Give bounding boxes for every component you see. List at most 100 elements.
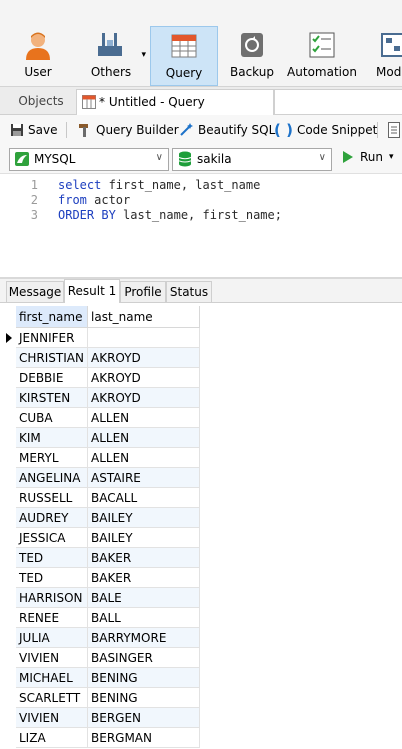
cell-last-name[interactable]: ALLEN xyxy=(88,428,200,448)
row-header[interactable] xyxy=(0,648,16,668)
ribbon-automation-button[interactable]: Automation xyxy=(286,26,358,84)
row-header[interactable] xyxy=(0,508,16,528)
table-row[interactable]: ANGELINA ASTAIRE xyxy=(0,468,200,488)
table-row[interactable]: JULIA BARRYMORE xyxy=(0,628,200,648)
cell-first-name[interactable]: CHRISTIAN xyxy=(16,348,88,368)
cell-last-name[interactable]: BERGEN xyxy=(88,708,200,728)
table-row[interactable]: VIVIEN BERGEN xyxy=(0,708,200,728)
row-header[interactable] xyxy=(0,488,16,508)
cell-last-name[interactable]: BALE xyxy=(88,588,200,608)
cell-first-name[interactable]: TED xyxy=(16,568,88,588)
row-header[interactable] xyxy=(0,328,16,348)
table-row[interactable]: LIZA BERGMAN xyxy=(0,728,200,748)
cell-first-name[interactable]: KIRSTEN xyxy=(16,388,88,408)
cell-first-name[interactable]: DEBBIE xyxy=(16,368,88,388)
cell-last-name[interactable]: BAKER xyxy=(88,548,200,568)
column-header-last-name[interactable]: last_name xyxy=(88,306,200,328)
cell-first-name[interactable]: HARRISON xyxy=(16,588,88,608)
row-header[interactable] xyxy=(0,628,16,648)
table-row[interactable]: HARRISON BALE xyxy=(0,588,200,608)
row-header[interactable] xyxy=(0,608,16,628)
query-builder-button[interactable]: Query Builder xyxy=(78,121,179,139)
table-row[interactable]: VIVIEN BASINGER xyxy=(0,648,200,668)
cell-last-name[interactable]: BAKER xyxy=(88,568,200,588)
cell-first-name[interactable]: RENEE xyxy=(16,608,88,628)
cell-last-name[interactable]: ASTAIRE xyxy=(88,468,200,488)
column-header-first-name[interactable]: first_name xyxy=(16,306,88,328)
cell-first-name[interactable]: LIZA xyxy=(16,728,88,748)
tab-untitled-query[interactable]: * Untitled - Query xyxy=(76,89,274,115)
cell-first-name[interactable]: ANGELINA xyxy=(16,468,88,488)
tab-profile[interactable]: Profile xyxy=(120,281,166,302)
cell-last-name[interactable]: BENING xyxy=(88,668,200,688)
cell-first-name[interactable]: KIM xyxy=(16,428,88,448)
cell-last-name[interactable]: BAILEY xyxy=(88,528,200,548)
save-button[interactable]: Save xyxy=(10,121,57,139)
table-row[interactable]: CUBA ALLEN xyxy=(0,408,200,428)
row-header[interactable] xyxy=(0,388,16,408)
cell-last-name[interactable]: AKROYD xyxy=(88,368,200,388)
run-dropdown-icon[interactable]: ▾ xyxy=(389,152,394,162)
tab-status[interactable]: Status xyxy=(166,281,212,302)
cell-last-name[interactable]: AKROYD xyxy=(88,348,200,368)
cell-first-name[interactable]: JULIA xyxy=(16,628,88,648)
table-row[interactable]: TED BAKER xyxy=(0,548,200,568)
table-row[interactable]: JESSICA BAILEY xyxy=(0,528,200,548)
cell-first-name[interactable]: JESSICA xyxy=(16,528,88,548)
table-row[interactable]: AUDREY BAILEY xyxy=(0,508,200,528)
tab-objects[interactable]: Objects xyxy=(8,90,74,113)
row-header[interactable] xyxy=(0,668,16,688)
cell-last-name[interactable]: ALLEN xyxy=(88,448,200,468)
sql-editor[interactable]: 1 select first_name, last_name 2 from ac… xyxy=(0,174,402,277)
row-header[interactable] xyxy=(0,588,16,608)
cell-first-name[interactable]: JENNIFER xyxy=(16,328,88,348)
row-header[interactable] xyxy=(0,548,16,568)
cell-last-name[interactable]: BALL xyxy=(88,608,200,628)
row-header[interactable] xyxy=(0,708,16,728)
beautify-sql-button[interactable]: Beautify SQL xyxy=(178,121,275,139)
table-row[interactable]: SCARLETT BENING xyxy=(0,688,200,708)
row-header[interactable] xyxy=(0,348,16,368)
cell-last-name[interactable]: BACALL xyxy=(88,488,200,508)
row-header[interactable] xyxy=(0,728,16,748)
ribbon-query-button[interactable]: Query xyxy=(150,26,218,86)
table-row[interactable]: KIM ALLEN xyxy=(0,428,200,448)
row-header[interactable] xyxy=(0,408,16,428)
ribbon-others-button[interactable]: Others ▾ xyxy=(76,26,146,84)
table-row[interactable]: TED BAKER xyxy=(0,568,200,588)
cell-first-name[interactable]: CUBA xyxy=(16,408,88,428)
cell-first-name[interactable]: RUSSELL xyxy=(16,488,88,508)
table-row[interactable]: RUSSELL BACALL xyxy=(0,488,200,508)
cell-first-name[interactable]: VIVIEN xyxy=(16,648,88,668)
table-row[interactable]: KIRSTEN AKROYD xyxy=(0,388,200,408)
row-header[interactable] xyxy=(0,448,16,468)
code-snippet-button[interactable]: ( ) Code Snippet xyxy=(274,121,377,139)
others-dropdown-icon[interactable]: ▾ xyxy=(141,50,146,60)
cell-last-name[interactable]: BAILEY xyxy=(88,508,200,528)
connection-select[interactable]: MYSQL ∨ xyxy=(9,148,169,171)
cell-last-name[interactable]: BENING xyxy=(88,688,200,708)
table-row[interactable]: MERYL ALLEN xyxy=(0,448,200,468)
cell-first-name[interactable]: TED xyxy=(16,548,88,568)
cell-last-name[interactable]: ALLEN xyxy=(88,408,200,428)
cell-last-name[interactable]: AKROYD xyxy=(88,388,200,408)
ribbon-model-button[interactable]: Mod xyxy=(368,26,402,84)
ribbon-backup-button[interactable]: Backup xyxy=(224,26,280,84)
row-header[interactable] xyxy=(0,528,16,548)
cell-last-name[interactable] xyxy=(88,328,200,348)
database-select[interactable]: sakila ∨ xyxy=(172,148,332,171)
cell-last-name[interactable]: BASINGER xyxy=(88,648,200,668)
table-row[interactable]: RENEE BALL xyxy=(0,608,200,628)
run-button[interactable]: Run ▾ xyxy=(342,150,394,164)
ribbon-user-button[interactable]: User xyxy=(10,26,66,84)
row-header[interactable] xyxy=(0,428,16,448)
cell-last-name[interactable]: BARRYMORE xyxy=(88,628,200,648)
table-row[interactable]: DEBBIE AKROYD xyxy=(0,368,200,388)
row-header[interactable] xyxy=(0,688,16,708)
table-row[interactable]: JENNIFER xyxy=(0,328,200,348)
row-header[interactable] xyxy=(0,368,16,388)
row-header[interactable] xyxy=(0,568,16,588)
cell-first-name[interactable]: AUDREY xyxy=(16,508,88,528)
table-row[interactable]: MICHAEL BENING xyxy=(0,668,200,688)
tab-result-1[interactable]: Result 1 xyxy=(64,279,120,303)
